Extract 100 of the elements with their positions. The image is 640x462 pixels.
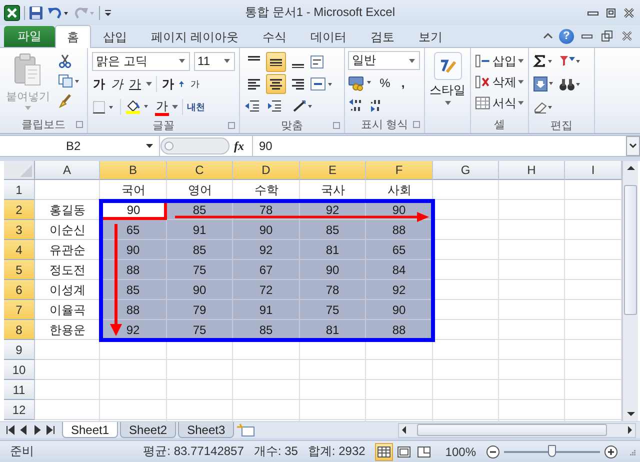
sort-filter-icon[interactable] xyxy=(559,54,581,68)
row-header[interactable]: 4 xyxy=(4,240,35,260)
table-cell[interactable]: 65 xyxy=(100,220,167,240)
ribbon-tab[interactable]: 데이터 xyxy=(298,26,358,48)
column-header[interactable]: B xyxy=(100,161,167,180)
restore-icon[interactable] xyxy=(600,30,614,42)
eraser-icon[interactable] xyxy=(533,100,555,114)
table-cell[interactable]: 72 xyxy=(233,280,300,300)
table-cell[interactable]: 75 xyxy=(167,260,233,280)
row-header[interactable]: 11 xyxy=(4,380,35,400)
table-cell[interactable]: 90 xyxy=(167,280,233,300)
column-header[interactable]: D xyxy=(233,161,300,180)
sum-icon[interactable] xyxy=(533,54,555,68)
zoom-in-icon[interactable] xyxy=(604,444,618,459)
zoom-slider-thumb[interactable] xyxy=(548,444,556,457)
ribbon-tab[interactable]: 보기 xyxy=(406,26,454,48)
table-cell[interactable]: 85 xyxy=(300,220,366,240)
expand-icon[interactable] xyxy=(626,136,640,156)
dropdown-caret-icon[interactable] xyxy=(518,80,524,84)
binoculars-icon[interactable] xyxy=(559,77,581,92)
customize-icon[interactable] xyxy=(104,8,112,18)
ribbon-tab[interactable]: 홈 xyxy=(55,25,91,48)
file-tab[interactable]: 파일 xyxy=(4,26,55,48)
collapse-ribbon-icon[interactable] xyxy=(543,32,553,40)
table-cell[interactable]: 유관순 xyxy=(35,240,100,260)
cells-menu-button[interactable]: 삭제 xyxy=(492,74,516,91)
table-cell[interactable]: 88 xyxy=(100,300,167,320)
sheet-tab[interactable]: Sheet2 xyxy=(120,422,176,438)
merge-cells-icon[interactable] xyxy=(310,77,334,92)
format-cells-icon[interactable] xyxy=(475,96,490,110)
dropdown-caret-icon[interactable] xyxy=(146,82,152,86)
column-header[interactable]: C xyxy=(167,161,233,180)
zoom-level[interactable]: 100% xyxy=(445,444,476,459)
table-cell[interactable]: 이성계 xyxy=(35,280,100,300)
fill-color-icon[interactable] xyxy=(125,99,151,116)
scissors-icon[interactable] xyxy=(58,54,72,68)
font-name-field[interactable]: 맑은 고딕 xyxy=(92,52,190,71)
phonetic-button[interactable]: 내천 xyxy=(187,100,205,114)
table-cell[interactable]: 90 xyxy=(300,260,366,280)
currency-icon[interactable] xyxy=(348,75,374,92)
table-cell[interactable]: 67 xyxy=(233,260,300,280)
column-header[interactable]: F xyxy=(366,161,433,180)
table-cell[interactable]: 수학 xyxy=(233,180,300,200)
wrap-text-icon[interactable] xyxy=(310,55,326,70)
alignment-button[interactable] xyxy=(266,52,286,72)
table-cell[interactable]: 한용운 xyxy=(35,320,100,340)
bold-button[interactable]: 가 xyxy=(92,76,106,93)
font-color-button[interactable]: 가 xyxy=(155,98,169,116)
grow-font-button[interactable]: 가 xyxy=(161,76,175,93)
scroll-thumb[interactable] xyxy=(624,185,637,316)
ribbon-tab[interactable]: 검토 xyxy=(358,26,406,48)
vertical-scrollbar[interactable] xyxy=(622,161,638,422)
table-cell[interactable]: 90 xyxy=(233,220,300,240)
scroll-right-icon[interactable] xyxy=(625,424,635,436)
delete-cells-icon[interactable] xyxy=(475,75,490,90)
dropdown-caret-icon[interactable] xyxy=(444,101,450,106)
table-cell[interactable]: 81 xyxy=(300,320,366,340)
number-format-field[interactable]: 일반 xyxy=(348,51,420,70)
row-header[interactable]: 12 xyxy=(4,400,35,420)
table-cell[interactable]: 65 xyxy=(366,240,433,260)
table-cell[interactable]: 88 xyxy=(366,220,433,240)
column-header[interactable]: A xyxy=(35,161,100,180)
sheet-tab[interactable]: Sheet3 xyxy=(178,422,234,438)
insert-cells-icon[interactable] xyxy=(475,54,490,68)
row-header[interactable]: 7 xyxy=(4,300,35,320)
borders-icon[interactable] xyxy=(92,100,116,114)
ribbon-tab[interactable]: 수식 xyxy=(250,26,298,48)
table-cell[interactable]: 75 xyxy=(167,320,233,340)
resize-handle-icon[interactable] xyxy=(160,137,230,156)
table-cell[interactable]: 국어 xyxy=(100,180,167,200)
font-size-field[interactable]: 11 xyxy=(194,52,235,71)
table-cell[interactable]: 92 xyxy=(366,280,433,300)
table-cell[interactable]: 홍길동 xyxy=(35,200,100,220)
save-icon[interactable] xyxy=(29,6,43,20)
table-cell[interactable]: 85 xyxy=(233,320,300,340)
insert-function-button[interactable]: fx xyxy=(234,138,244,154)
table-cell[interactable]: 이율곡 xyxy=(35,300,100,320)
percent-button[interactable]: % xyxy=(378,76,392,90)
row-header[interactable]: 2 xyxy=(4,200,35,220)
table-cell[interactable]: 79 xyxy=(167,300,233,320)
table-cell[interactable]: 81 xyxy=(300,240,366,260)
dropdown-caret-icon[interactable] xyxy=(518,101,524,106)
row-header[interactable]: 10 xyxy=(4,360,35,380)
horizontal-scrollbar[interactable] xyxy=(398,422,636,438)
decrease-indent-icon[interactable] xyxy=(244,99,260,114)
table-cell[interactable]: 85 xyxy=(100,280,167,300)
table-cell[interactable]: 영어 xyxy=(167,180,233,200)
dropdown-caret-icon[interactable] xyxy=(518,59,524,64)
increase-indent-icon[interactable] xyxy=(266,99,282,114)
table-cell[interactable]: 91 xyxy=(233,300,300,320)
row-header[interactable]: 1 xyxy=(4,180,35,200)
table-cell[interactable]: 84 xyxy=(366,260,433,280)
table-cell[interactable]: 91 xyxy=(167,220,233,240)
text-orientation-icon[interactable] xyxy=(292,99,314,114)
column-header[interactable]: I xyxy=(565,161,622,180)
comma-button[interactable]: , xyxy=(396,76,410,90)
row-header[interactable]: 9 xyxy=(4,340,35,360)
table-cell[interactable]: 88 xyxy=(100,260,167,280)
table-cell[interactable]: 75 xyxy=(300,300,366,320)
column-header[interactable]: H xyxy=(499,161,565,180)
